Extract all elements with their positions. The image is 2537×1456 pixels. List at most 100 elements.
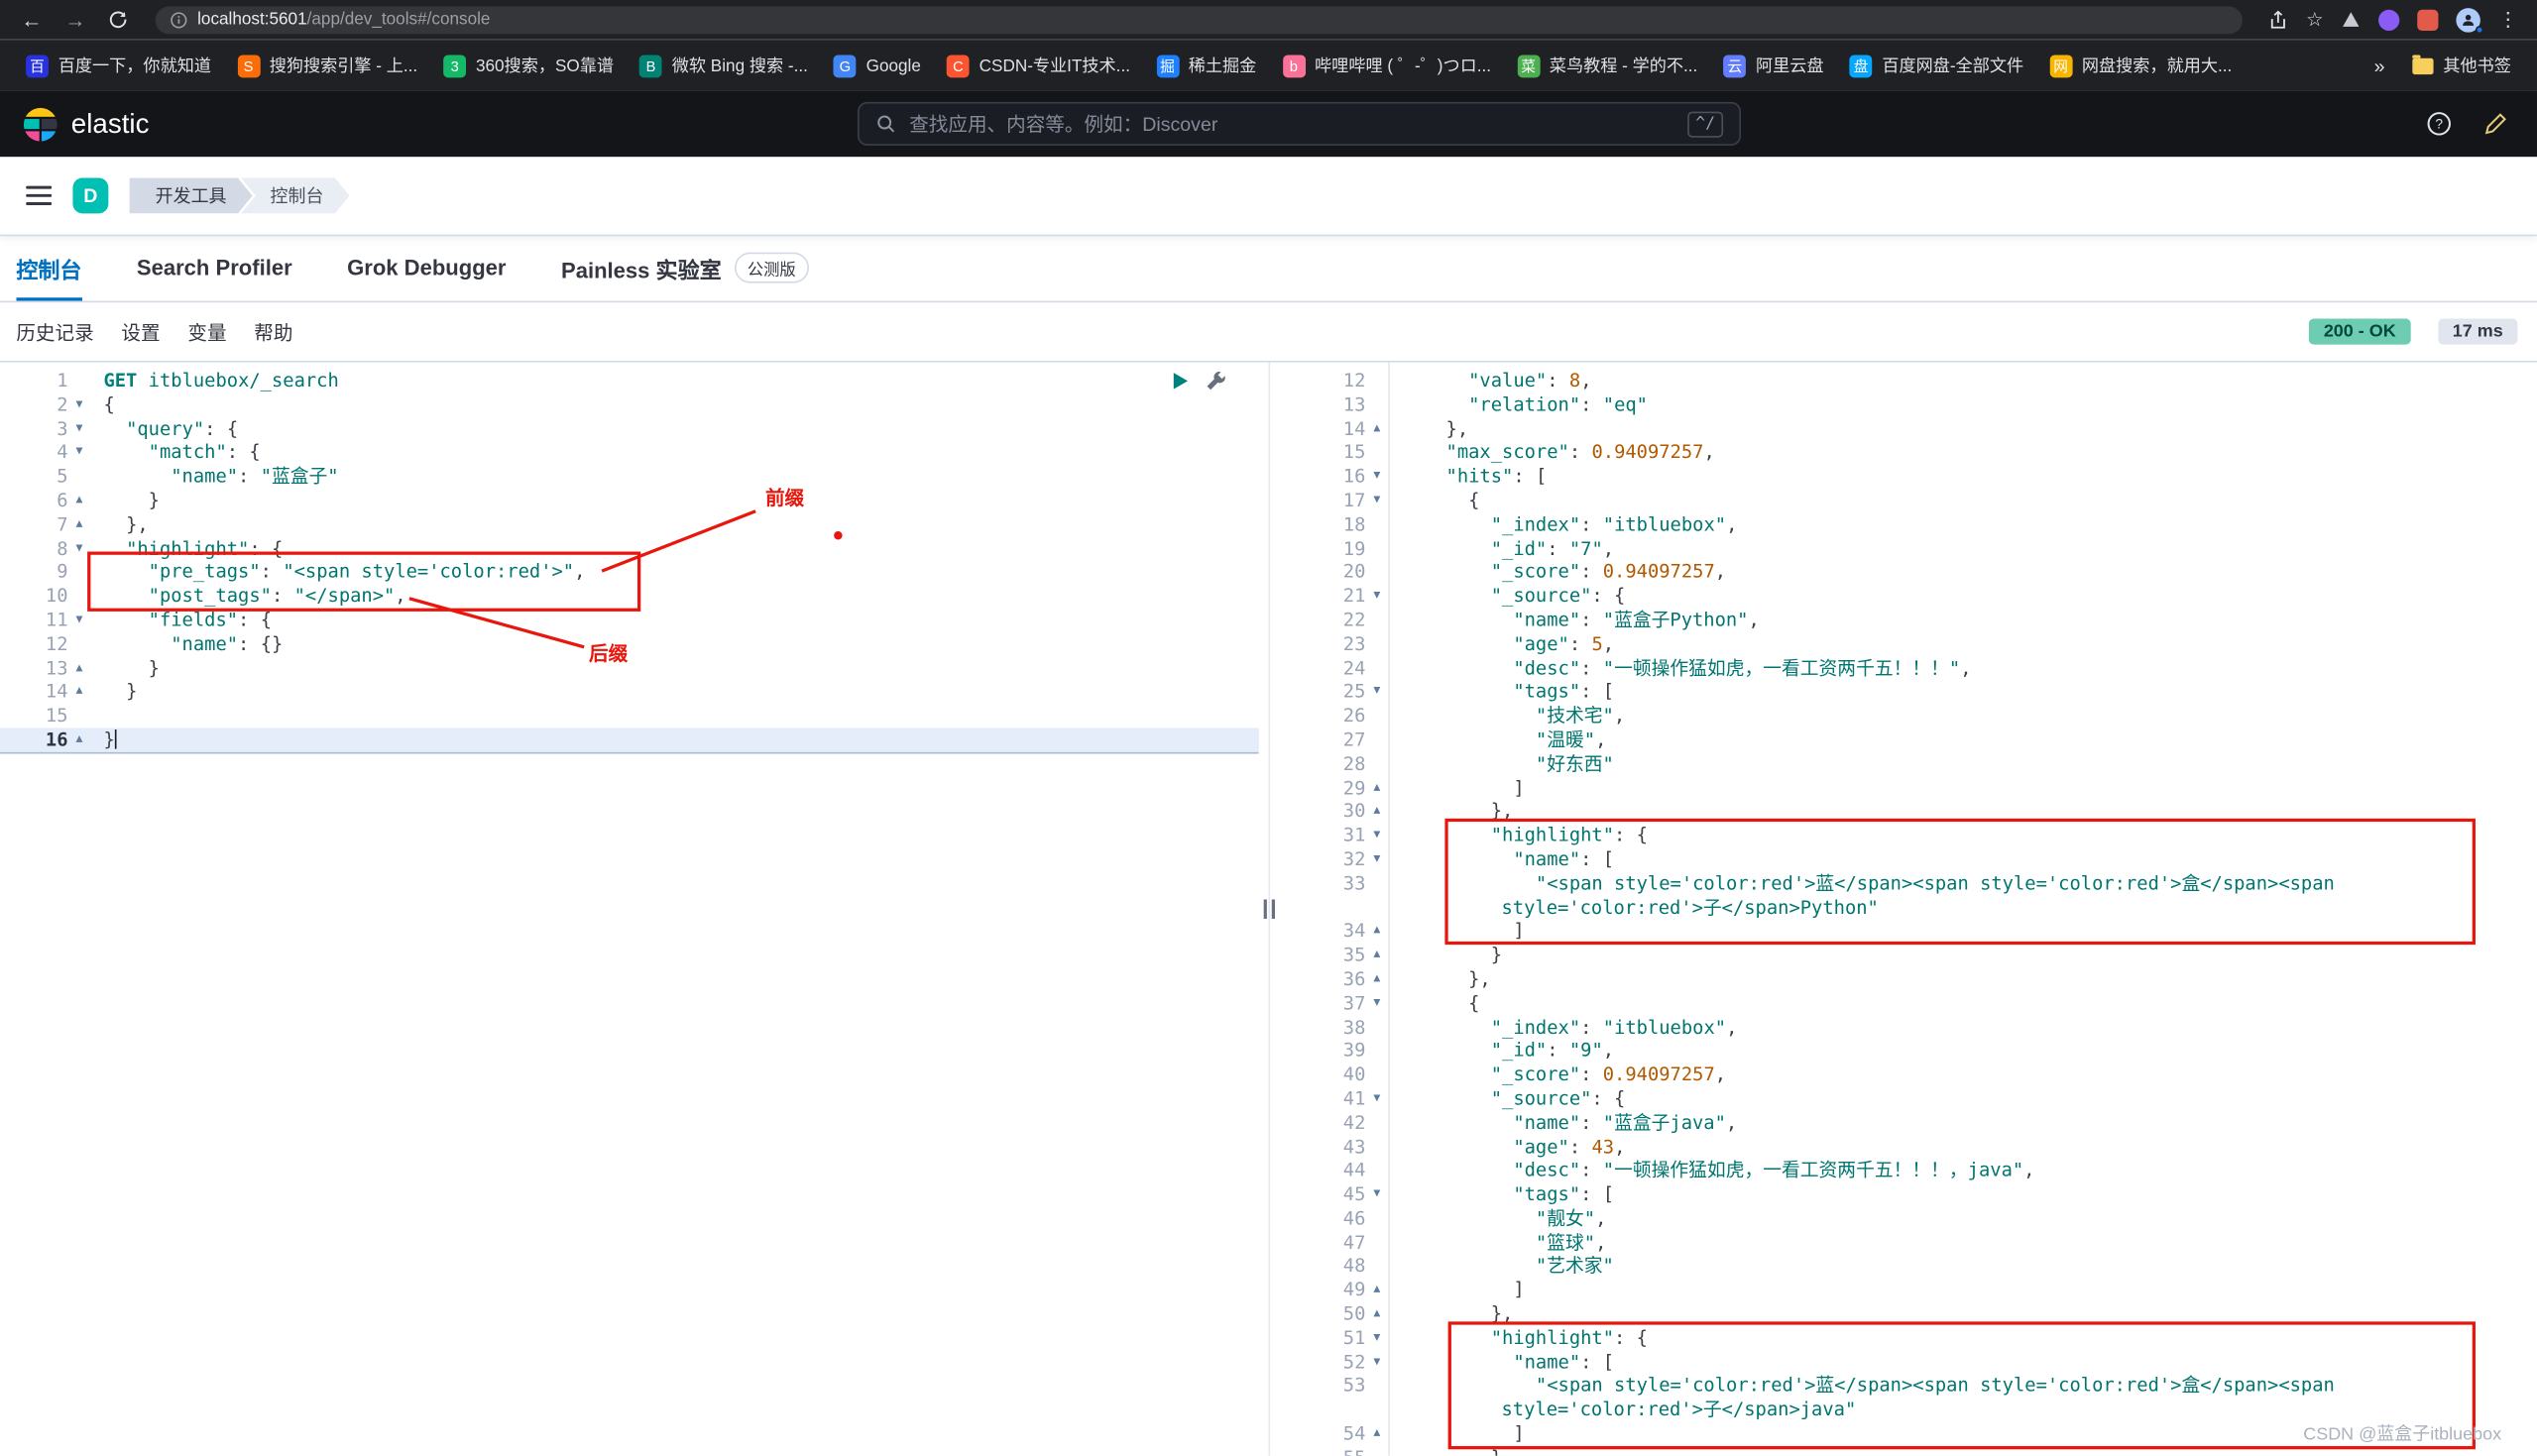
code-text[interactable]: } <box>90 489 1258 512</box>
bookmark-item[interactable]: 菜菜鸟教程 - 学的不... <box>1504 49 1710 82</box>
space-avatar[interactable]: D <box>72 178 108 214</box>
extension-icon-1[interactable] <box>2342 10 2362 30</box>
code-line[interactable]: 12 "value": 8, <box>1282 369 2537 392</box>
code-line[interactable]: 36▴ }, <box>1282 967 2537 991</box>
code-text[interactable]: "_score": 0.94097257, <box>1388 1063 2537 1086</box>
fold-toggle-icon[interactable]: ▴ <box>1365 1302 1388 1326</box>
code-line[interactable]: 52▾ "name": [ <box>1282 1350 2537 1374</box>
code-text[interactable]: }, <box>1388 800 2537 824</box>
code-line[interactable]: 45▾ "tags": [ <box>1282 1182 2537 1206</box>
code-text[interactable]: "name": [ <box>1388 847 2537 871</box>
code-line[interactable]: 53 "<span style='color:red'>蓝</span><spa… <box>1282 1374 2537 1421</box>
code-line[interactable]: 38 "_index": "itbluebox", <box>1282 1015 2537 1039</box>
menu-help[interactable]: 帮助 <box>254 318 292 346</box>
code-text[interactable]: "post_tags": "</span>", <box>90 584 1258 608</box>
code-line[interactable]: 46 "靓女", <box>1282 1206 2537 1230</box>
code-text[interactable]: ] <box>1388 1279 2537 1302</box>
code-line[interactable]: 20 "_score": 0.94097257, <box>1282 560 2537 584</box>
response-code[interactable]: 12 "value": 8,13 "relation": "eq"14▴ },1… <box>1282 363 2537 1456</box>
forward-icon[interactable]: → <box>57 9 94 30</box>
code-text[interactable]: } <box>1388 1446 2537 1456</box>
address-bar[interactable]: localhost:5601/app/dev_tools#/console <box>156 6 2244 34</box>
code-line[interactable]: 50▴ }, <box>1282 1302 2537 1326</box>
code-line[interactable]: 21▾ "_source": { <box>1282 584 2537 608</box>
code-line[interactable]: 33 "<span style='color:red'>蓝</span><spa… <box>1282 871 2537 919</box>
tab-painless-lab[interactable]: Painless 实验室 公测版 <box>561 235 809 301</box>
code-text[interactable]: }, <box>1388 1302 2537 1326</box>
code-line[interactable]: 32▾ "name": [ <box>1282 847 2537 871</box>
code-line[interactable]: 8▾ "highlight": { <box>0 536 1259 560</box>
fold-toggle-icon[interactable]: ▾ <box>1365 465 1388 489</box>
code-line[interactable]: 26 "技术宅", <box>1282 704 2537 728</box>
fold-toggle-icon[interactable]: ▾ <box>68 609 91 632</box>
code-text[interactable]: "fields": { <box>90 609 1258 632</box>
fold-toggle-icon[interactable]: ▾ <box>1365 991 1388 1015</box>
code-line[interactable]: 15 <box>0 704 1259 728</box>
menu-settings[interactable]: 设置 <box>121 318 160 346</box>
bookmark-item[interactable]: 网网盘搜索，就用大... <box>2036 49 2245 82</box>
fold-toggle-icon[interactable]: ▾ <box>1365 1350 1388 1374</box>
bookmark-item[interactable]: S搜狗搜索引擎 - 上... <box>224 49 430 82</box>
fold-toggle-icon[interactable]: ▴ <box>1365 920 1388 944</box>
bookmark-item[interactable]: 百百度一下，你就知道 <box>13 49 224 82</box>
reload-icon[interactable] <box>100 10 136 30</box>
code-line[interactable]: 9 "pre_tags": "<span style='color:red'>"… <box>0 560 1259 584</box>
code-text[interactable]: "match": { <box>90 441 1258 465</box>
menu-hamburger-icon[interactable] <box>26 184 52 207</box>
fold-toggle-icon[interactable]: ▴ <box>1365 1422 1388 1446</box>
fold-toggle-icon[interactable]: ▾ <box>1365 1326 1388 1350</box>
extension-icon-2[interactable] <box>2378 9 2399 30</box>
code-text[interactable]: "tags": [ <box>1388 1182 2537 1206</box>
code-text[interactable]: "hits": [ <box>1388 465 2537 489</box>
bookmark-item[interactable]: 盘百度网盘-全部文件 <box>1837 49 2037 82</box>
code-text[interactable]: "_index": "itbluebox", <box>1388 512 2537 536</box>
code-line[interactable]: 41▾ "_source": { <box>1282 1087 2537 1111</box>
help-icon[interactable]: ? <box>2427 112 2451 136</box>
other-bookmarks-folder[interactable]: 其他书签 <box>2399 49 2524 82</box>
code-line[interactable]: 16▴} <box>0 728 1259 751</box>
code-text[interactable]: } <box>90 656 1258 680</box>
menu-history[interactable]: 历史记录 <box>16 318 93 346</box>
fold-toggle-icon[interactable]: ▾ <box>68 441 91 465</box>
fold-toggle-icon[interactable]: ▴ <box>1365 800 1388 824</box>
fold-toggle-icon[interactable]: ▾ <box>1365 584 1388 608</box>
elastic-brand[interactable]: elastic <box>23 106 150 142</box>
fold-toggle-icon[interactable]: ▾ <box>1365 824 1388 847</box>
code-text[interactable]: } <box>90 680 1258 704</box>
code-line[interactable]: 22 "name": "蓝盒子Python", <box>1282 609 2537 632</box>
fold-toggle-icon[interactable]: ▴ <box>1365 776 1388 800</box>
fold-toggle-icon[interactable]: ▴ <box>68 512 91 536</box>
fold-toggle-icon[interactable]: ▴ <box>1365 1279 1388 1302</box>
code-text[interactable]: "_score": 0.94097257, <box>1388 560 2537 584</box>
code-text[interactable]: ] <box>1388 920 2537 944</box>
bookmark-item[interactable]: 云阿里云盘 <box>1710 49 1836 82</box>
code-line[interactable]: 13▴ } <box>0 656 1259 680</box>
code-line[interactable]: 55 } <box>1282 1446 2537 1456</box>
code-line[interactable]: 12 "name": {} <box>0 632 1259 656</box>
request-editor[interactable]: 1GET itbluebox/_search2▾{3▾ "query": {4▾… <box>0 363 1259 1456</box>
code-text[interactable]: "温暖", <box>1388 728 2537 751</box>
tab-search-profiler[interactable]: Search Profiler <box>137 235 292 301</box>
code-line[interactable]: 5 "name": "蓝盒子" <box>0 465 1259 489</box>
code-text[interactable]: "highlight": { <box>1388 824 2537 847</box>
code-line[interactable]: 18 "_index": "itbluebox", <box>1282 512 2537 536</box>
code-line[interactable]: 42 "name": "蓝盒子java", <box>1282 1111 2537 1135</box>
response-viewer[interactable]: 12 "value": 8,13 "relation": "eq"14▴ },1… <box>1282 363 2537 1456</box>
fold-toggle-icon[interactable]: ▴ <box>1365 416 1388 440</box>
bookmark-item[interactable]: 3360搜索，SO靠谱 <box>430 49 627 82</box>
code-text[interactable]: "_source": { <box>1388 584 2537 608</box>
code-text[interactable]: "_id": "9", <box>1388 1039 2537 1063</box>
breadcrumb-dev-tools[interactable]: 开发工具 <box>130 178 253 214</box>
fold-toggle-icon[interactable]: ▴ <box>1365 944 1388 967</box>
code-text[interactable]: "tags": [ <box>1388 680 2537 704</box>
code-text[interactable]: "value": 8, <box>1388 369 2537 392</box>
code-line[interactable]: 39 "_id": "9", <box>1282 1039 2537 1063</box>
code-text[interactable]: "desc": "一顿操作猛如虎，一看工资两千五！！！", <box>1388 656 2537 680</box>
bookmark-star-icon[interactable]: ☆ <box>2306 10 2324 30</box>
code-text[interactable]: { <box>1388 489 2537 512</box>
code-text[interactable]: { <box>1388 991 2537 1015</box>
code-line[interactable]: 3▾ "query": { <box>0 416 1259 440</box>
code-text[interactable]: "age": 43, <box>1388 1135 2537 1159</box>
code-line[interactable]: 11▾ "fields": { <box>0 609 1259 632</box>
code-text[interactable]: "highlight": { <box>1388 1326 2537 1350</box>
